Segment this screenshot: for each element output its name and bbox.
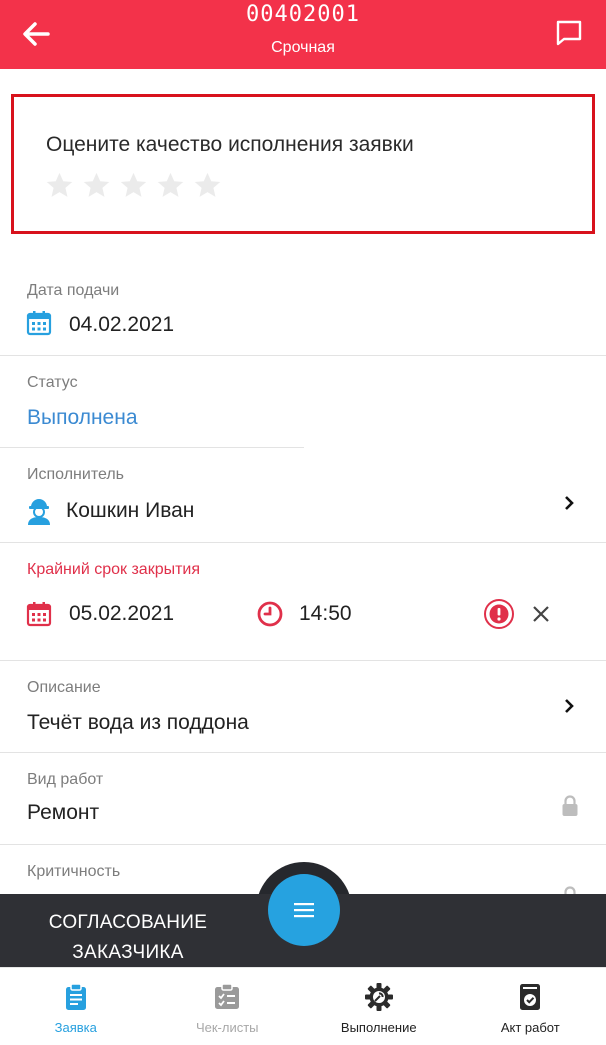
star-icon[interactable] — [156, 171, 185, 200]
deadline-calendar-icon — [26, 602, 52, 627]
executor-label: Исполнитель — [27, 466, 125, 483]
menu-fab-button[interactable] — [268, 874, 340, 946]
tab-execution[interactable]: Выполнение — [303, 968, 455, 1045]
customer-approval-line2: ЗАКАЗЧИКА — [72, 942, 184, 963]
date-label: Дата подачи — [27, 282, 120, 299]
rating-stars — [45, 171, 222, 200]
bottom-tab-bar: Заявка Чек-листы Выполнение Акт работ — [0, 967, 606, 1045]
date-row: Дата подачи 04.02.2021 — [0, 262, 606, 356]
chat-icon — [556, 20, 582, 46]
menu-icon — [294, 903, 314, 918]
tab-act[interactable]: Акт работ — [455, 968, 606, 1045]
tab-execution-label: Выполнение — [340, 1020, 417, 1035]
rating-card: Оцените качество исполнения заявки — [11, 94, 595, 234]
clock-icon — [257, 601, 283, 627]
rating-prompt: Оцените качество исполнения заявки — [46, 133, 414, 156]
executor-value: Кошкин Иван — [66, 499, 195, 522]
star-icon[interactable] — [119, 171, 148, 200]
description-label: Описание — [27, 679, 101, 696]
work-type-value: Ремонт — [27, 801, 100, 824]
status-value: Выполнена — [27, 406, 138, 429]
customer-approval-button[interactable]: СОГЛАСОВАНИЕ ЗАКАЗЧИКА — [22, 908, 234, 968]
star-icon[interactable] — [45, 171, 74, 200]
star-icon[interactable] — [193, 171, 222, 200]
worker-icon — [28, 499, 50, 525]
app-header: 00402001 Срочная — [0, 0, 606, 69]
deadline-date[interactable]: 05.02.2021 — [69, 602, 174, 626]
work-type-label: Вид работ — [27, 771, 104, 788]
deadline-row: Крайний срок закрытия 05.02.2021 14:50 — [0, 543, 606, 661]
gear-wrench-icon — [364, 983, 393, 1011]
tab-checklists-label: Чек-листы — [195, 1020, 259, 1035]
star-icon[interactable] — [82, 171, 111, 200]
request-number: 00402001 — [246, 2, 360, 27]
request-priority: Срочная — [271, 39, 335, 56]
description-value: Течёт вода из поддона — [27, 711, 249, 734]
calendar-icon — [26, 311, 52, 336]
tab-request[interactable]: Заявка — [0, 968, 152, 1045]
status-label: Статус — [27, 374, 78, 391]
deadline-time[interactable]: 14:50 — [299, 602, 352, 626]
chat-button[interactable] — [554, 18, 584, 48]
criticality-label: Критичность — [27, 863, 121, 880]
close-icon[interactable] — [532, 605, 550, 623]
lock-icon — [562, 795, 578, 816]
tab-act-label: Акт работ — [500, 1020, 560, 1035]
tab-checklists[interactable]: Чек-листы — [152, 968, 304, 1045]
tab-request-label: Заявка — [54, 1020, 97, 1035]
customer-approval-line1: СОГЛАСОВАНИЕ — [48, 912, 208, 933]
work-type-row: Вид работ Ремонт — [0, 753, 606, 845]
checklist-icon — [215, 983, 240, 1009]
date-value: 04.02.2021 — [69, 313, 175, 336]
chevron-right-icon — [565, 496, 574, 510]
lock-icon — [564, 886, 576, 894]
status-row: Статус Выполнена — [0, 356, 606, 448]
executor-row[interactable]: Исполнитель Кошкин Иван — [0, 448, 606, 543]
deadline-label: Крайний срок закрытия — [27, 561, 201, 578]
alert-icon[interactable] — [483, 598, 515, 630]
act-document-icon — [520, 984, 541, 1010]
chevron-right-icon — [565, 699, 574, 713]
clipboard-icon — [65, 983, 86, 1010]
description-row[interactable]: Описание Течёт вода из поддона — [0, 661, 606, 753]
